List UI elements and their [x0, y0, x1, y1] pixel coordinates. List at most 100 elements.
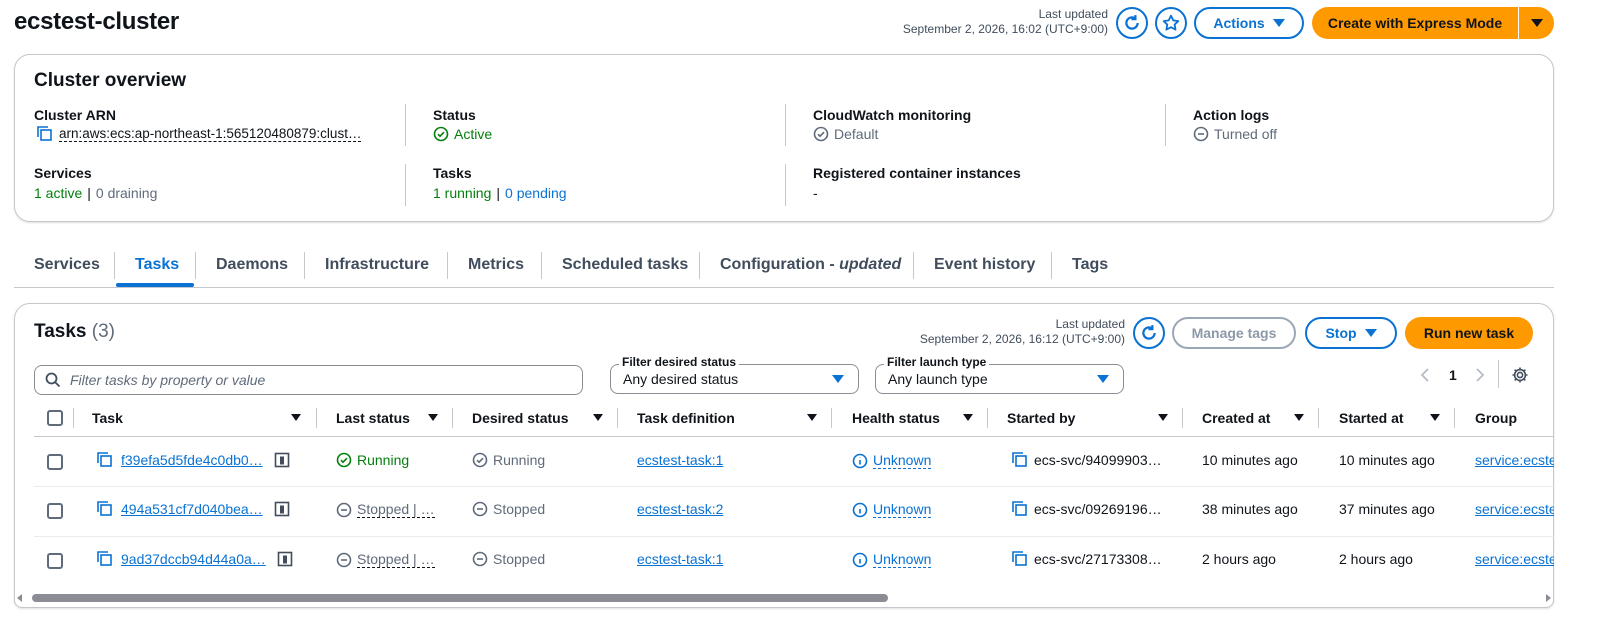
check-circle-icon: [472, 452, 488, 468]
column-header-started-by[interactable]: Started by: [1007, 410, 1075, 426]
chevron-right-icon[interactable]: [1474, 367, 1486, 383]
create-express-button[interactable]: Create with Express Mode: [1312, 7, 1518, 39]
started-by-cell: ecs-svc/94099903…: [1011, 452, 1162, 468]
refresh-button[interactable]: [1116, 7, 1148, 39]
desired-status-cell: Running: [472, 452, 545, 468]
tasks-running[interactable]: 1 running: [433, 185, 491, 201]
tab-services[interactable]: Services: [34, 256, 100, 274]
task-id-link[interactable]: 9ad37dccb94d44a0a…: [121, 551, 266, 567]
copy-icon[interactable]: [1011, 501, 1029, 517]
refresh-icon: [1123, 14, 1141, 32]
settings-gear-icon[interactable]: [1511, 366, 1529, 384]
tab-tasks[interactable]: Tasks: [135, 256, 179, 274]
sort-icon[interactable]: [963, 414, 973, 421]
task-details-icon[interactable]: [274, 501, 290, 517]
row-checkbox[interactable]: [47, 454, 63, 470]
run-new-task-button[interactable]: Run new task: [1405, 317, 1533, 349]
task-definition-link[interactable]: ecstest-task:1: [637, 452, 723, 468]
task-details-icon[interactable]: [274, 452, 290, 468]
tasks-refresh-button[interactable]: [1133, 317, 1165, 349]
favorite-button[interactable]: [1155, 7, 1187, 39]
cluster-arn-value[interactable]: arn:aws:ecs:ap-northeast-1:565120480879:…: [59, 126, 362, 142]
tasks-summary: 1 running | 0 pending: [433, 185, 567, 201]
manage-tags-button[interactable]: Manage tags: [1172, 317, 1296, 349]
column-separator: [1182, 408, 1183, 428]
tab-event-history[interactable]: Event history: [934, 256, 1035, 274]
health-status-cell[interactable]: Unknown: [852, 551, 932, 568]
column-header-group[interactable]: Group: [1475, 410, 1517, 426]
group-link[interactable]: service:ecste: [1475, 452, 1554, 468]
horizontal-scrollbar[interactable]: [14, 590, 1554, 606]
group-link[interactable]: service:ecste: [1475, 501, 1554, 517]
tab-separator: [1051, 252, 1052, 279]
services-label: Services: [34, 165, 92, 181]
copy-icon[interactable]: [36, 126, 54, 142]
task-definition-link[interactable]: ecstest-task:1: [637, 551, 723, 567]
sort-icon[interactable]: [428, 414, 438, 421]
services-active[interactable]: 1 active: [34, 185, 82, 201]
task-details-icon[interactable]: [277, 551, 293, 567]
create-dropdown-button[interactable]: [1519, 7, 1554, 39]
row-checkbox[interactable]: [47, 503, 63, 519]
column-header-created-at[interactable]: Created at: [1202, 410, 1270, 426]
column-header-last-status[interactable]: Last status: [336, 410, 410, 426]
column-header-health-status[interactable]: Health status: [852, 410, 940, 426]
sort-icon[interactable]: [807, 414, 817, 421]
copy-icon[interactable]: [96, 501, 114, 517]
health-status-cell[interactable]: Unknown: [852, 452, 932, 469]
filter-tasks-search[interactable]: Filter tasks by property or value: [34, 365, 583, 395]
scrollbar-thumb[interactable]: [32, 594, 888, 602]
group-link[interactable]: service:ecste: [1475, 551, 1554, 567]
sort-icon[interactable]: [291, 414, 301, 421]
tasks-last-updated-value: September 2, 2026, 16:12 (UTC+9:00): [919, 332, 1125, 346]
task-id-link[interactable]: f39efa5d5fde4c0db0…: [121, 452, 263, 468]
copy-icon[interactable]: [1011, 452, 1029, 468]
column-header-task-definition[interactable]: Task definition: [637, 410, 735, 426]
select-all-checkbox[interactable]: [47, 410, 63, 426]
row-divider: [34, 486, 1554, 487]
sort-icon[interactable]: [1158, 414, 1168, 421]
health-status-cell[interactable]: Unknown: [852, 501, 932, 518]
info-circle-icon: [852, 453, 868, 469]
scroll-right-icon[interactable]: [1546, 594, 1551, 602]
tab-configuration[interactable]: Configuration - updated: [720, 256, 901, 274]
sort-icon[interactable]: [1294, 414, 1304, 421]
tab-tags[interactable]: Tags: [1072, 256, 1108, 274]
sort-icon[interactable]: [593, 414, 603, 421]
column-separator: [617, 408, 618, 428]
sort-icon[interactable]: [1430, 414, 1440, 421]
copy-icon[interactable]: [1011, 551, 1029, 567]
tab-daemons[interactable]: Daemons: [216, 256, 288, 274]
stop-button[interactable]: Stop: [1305, 317, 1397, 349]
desired-status-value: Stopped: [493, 551, 546, 567]
tasks-pending[interactable]: 0 pending: [505, 185, 567, 201]
actions-button[interactable]: Actions: [1194, 7, 1304, 39]
tasks-last-updated: Last updated September 2, 2026, 16:12 (U…: [920, 317, 1125, 347]
column-header-desired-status[interactable]: Desired status: [472, 410, 568, 426]
chevron-left-icon[interactable]: [1419, 367, 1431, 383]
scroll-left-icon[interactable]: [17, 594, 22, 602]
column-separator: [987, 408, 988, 428]
column-header-started-at[interactable]: Started at: [1339, 410, 1404, 426]
divider: [405, 164, 406, 206]
page-number[interactable]: 1: [1449, 367, 1457, 383]
last-status-cell[interactable]: Stopped | …: [336, 551, 435, 568]
manage-tags-label: Manage tags: [1191, 325, 1277, 341]
task-definition-link[interactable]: ecstest-task:2: [637, 501, 723, 517]
tab-metrics[interactable]: Metrics: [468, 256, 524, 274]
minus-circle-icon: [336, 552, 352, 568]
header-divider: [34, 436, 1554, 437]
star-icon: [1162, 14, 1180, 32]
tab-scheduled-tasks[interactable]: Scheduled tasks: [562, 256, 688, 274]
copy-icon[interactable]: [96, 452, 114, 468]
last-status-cell[interactable]: Stopped | …: [336, 501, 435, 518]
tab-configuration-label: Configuration -: [720, 256, 840, 273]
started-at-cell: 2 hours ago: [1339, 551, 1413, 567]
copy-icon[interactable]: [96, 551, 114, 567]
column-separator: [73, 408, 74, 428]
task-id-link[interactable]: 494a531cf7d040bea…: [121, 501, 263, 517]
column-header-task[interactable]: Task: [92, 410, 123, 426]
tab-infrastructure[interactable]: Infrastructure: [325, 256, 429, 274]
started-by-value: ecs-svc/09269196…: [1034, 501, 1162, 517]
row-checkbox[interactable]: [47, 553, 63, 569]
